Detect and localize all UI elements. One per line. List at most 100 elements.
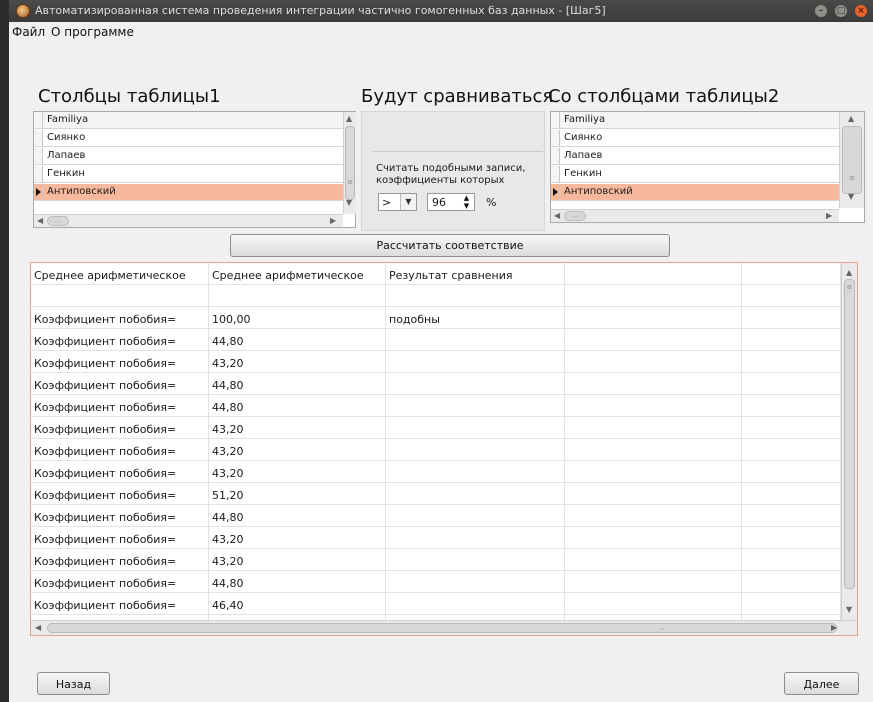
- table-cell[interactable]: 43,20: [209, 461, 386, 483]
- table-cell[interactable]: [386, 593, 565, 615]
- table-cell[interactable]: 44,80: [209, 571, 386, 593]
- scroll-thumb[interactable]: ≡: [844, 279, 855, 589]
- horizontal-scrollbar[interactable]: ◀ ⋯ ▶: [31, 620, 857, 635]
- table-cell[interactable]: 46,40: [209, 593, 386, 615]
- table-cell[interactable]: [742, 571, 841, 593]
- table-cell[interactable]: 43,20: [209, 527, 386, 549]
- table-cell[interactable]: [31, 285, 209, 307]
- table-cell[interactable]: [386, 417, 565, 439]
- title-bar[interactable]: Автоматизированная система проведения ин…: [9, 0, 873, 22]
- table-cell[interactable]: [742, 593, 841, 615]
- table-cell[interactable]: [565, 461, 742, 483]
- table-cell[interactable]: [386, 571, 565, 593]
- table1-column-list[interactable]: Familiya Сиянко Лапаев Генкин Антиповски…: [33, 111, 356, 228]
- scroll-down-icon[interactable]: ▼: [346, 198, 352, 207]
- table-cell[interactable]: [386, 351, 565, 373]
- table-cell[interactable]: [742, 285, 841, 307]
- table-cell[interactable]: [386, 373, 565, 395]
- menu-about[interactable]: О программе: [51, 25, 134, 39]
- table-cell[interactable]: [565, 571, 742, 593]
- back-button[interactable]: Назад: [37, 672, 110, 695]
- scroll-thumb[interactable]: ⋯: [47, 216, 69, 226]
- vertical-scrollbar[interactable]: ▲ ≡ ▼: [841, 263, 857, 620]
- table-cell[interactable]: Коэффициент побобия=: [31, 505, 209, 527]
- menu-file[interactable]: Файл: [12, 25, 45, 39]
- table-cell[interactable]: [565, 439, 742, 461]
- table-cell[interactable]: [565, 549, 742, 571]
- scroll-down-icon[interactable]: ▼: [848, 192, 854, 201]
- table-cell[interactable]: [742, 351, 841, 373]
- compute-match-button[interactable]: Рассчитать соответствие: [230, 234, 670, 257]
- table-cell[interactable]: [565, 395, 742, 417]
- table-cell[interactable]: [742, 329, 841, 351]
- table-cell[interactable]: Коэффициент побобия=: [31, 527, 209, 549]
- operator-select[interactable]: > ▼: [378, 193, 417, 211]
- table-cell[interactable]: 43,20: [209, 439, 386, 461]
- minimize-icon[interactable]: –: [815, 5, 827, 17]
- column-header[interactable]: [742, 263, 841, 285]
- vertical-scrollbar[interactable]: ▲ ≡ ▼: [839, 112, 864, 208]
- table-cell[interactable]: [742, 461, 841, 483]
- scroll-right-icon[interactable]: ▶: [826, 211, 832, 220]
- table-cell[interactable]: [386, 527, 565, 549]
- table-cell[interactable]: [565, 329, 742, 351]
- scroll-down-icon[interactable]: ▼: [846, 605, 852, 614]
- table-cell[interactable]: Коэффициент побобия=: [31, 439, 209, 461]
- table-cell[interactable]: [565, 373, 742, 395]
- table-cell[interactable]: [742, 417, 841, 439]
- scroll-thumb[interactable]: ⋯: [47, 623, 837, 633]
- table-cell[interactable]: [386, 483, 565, 505]
- scroll-left-icon[interactable]: ◀: [554, 211, 560, 220]
- table-cell[interactable]: [742, 395, 841, 417]
- table-cell[interactable]: Коэффициент побобия=: [31, 307, 209, 329]
- scroll-thumb[interactable]: ⋯: [564, 211, 586, 221]
- table-cell[interactable]: 51,20: [209, 483, 386, 505]
- list-item[interactable]: Генкин: [34, 166, 343, 183]
- table-cell[interactable]: [386, 439, 565, 461]
- list-item[interactable]: Лапаев: [551, 148, 839, 165]
- horizontal-scrollbar[interactable]: ◀ ⋯ ▶: [551, 209, 839, 222]
- table-cell[interactable]: 44,80: [209, 395, 386, 417]
- table-cell[interactable]: [565, 351, 742, 373]
- scroll-up-icon[interactable]: ▲: [848, 114, 854, 123]
- list-header[interactable]: Familiya: [34, 112, 343, 129]
- table-cell[interactable]: 43,20: [209, 417, 386, 439]
- scroll-left-icon[interactable]: ◀: [35, 623, 41, 632]
- table-cell[interactable]: Коэффициент побобия=: [31, 395, 209, 417]
- table-cell[interactable]: [386, 505, 565, 527]
- table-cell[interactable]: Коэффициент побобия=: [31, 461, 209, 483]
- list-item[interactable]: Сиянко: [551, 130, 839, 147]
- list-item-selected[interactable]: Антиповский: [34, 184, 343, 201]
- maximize-icon[interactable]: □: [835, 5, 847, 17]
- table-cell[interactable]: Коэффициент побобия=: [31, 373, 209, 395]
- table-cell[interactable]: [565, 417, 742, 439]
- table-cell[interactable]: [386, 329, 565, 351]
- column-header[interactable]: Среднее арифметическое: [209, 263, 386, 285]
- scroll-right-icon[interactable]: ▶: [831, 623, 837, 632]
- results-grid[interactable]: Среднее арифметическое Среднее арифметиче…: [30, 262, 858, 636]
- list-item[interactable]: Сиянко: [34, 130, 343, 147]
- table-cell[interactable]: 44,80: [209, 373, 386, 395]
- table-cell[interactable]: [565, 505, 742, 527]
- horizontal-scrollbar[interactable]: ◀ ⋯ ▶: [34, 214, 343, 227]
- table-cell[interactable]: [565, 593, 742, 615]
- list-item[interactable]: Генкин: [551, 166, 839, 183]
- chevron-down-icon[interactable]: ▼: [400, 194, 416, 210]
- scroll-up-icon[interactable]: ▲: [346, 114, 352, 123]
- column-header[interactable]: [565, 263, 742, 285]
- table-cell[interactable]: [386, 285, 565, 307]
- list-item[interactable]: Лапаев: [34, 148, 343, 165]
- table-cell[interactable]: 44,80: [209, 505, 386, 527]
- table-cell[interactable]: [742, 549, 841, 571]
- list-header[interactable]: Familiya: [551, 112, 839, 129]
- table-cell[interactable]: [386, 395, 565, 417]
- next-button[interactable]: Далее: [784, 672, 859, 695]
- table-cell[interactable]: [386, 549, 565, 571]
- table-cell[interactable]: Коэффициент побобия=: [31, 329, 209, 351]
- scroll-left-icon[interactable]: ◀: [37, 216, 43, 225]
- scroll-right-icon[interactable]: ▶: [330, 216, 336, 225]
- table-cell[interactable]: 43,20: [209, 549, 386, 571]
- scroll-thumb[interactable]: ≡: [345, 126, 355, 200]
- threshold-spinbox[interactable]: 96 ▲ ▼: [427, 193, 475, 211]
- table-cell[interactable]: Коэффициент побобия=: [31, 571, 209, 593]
